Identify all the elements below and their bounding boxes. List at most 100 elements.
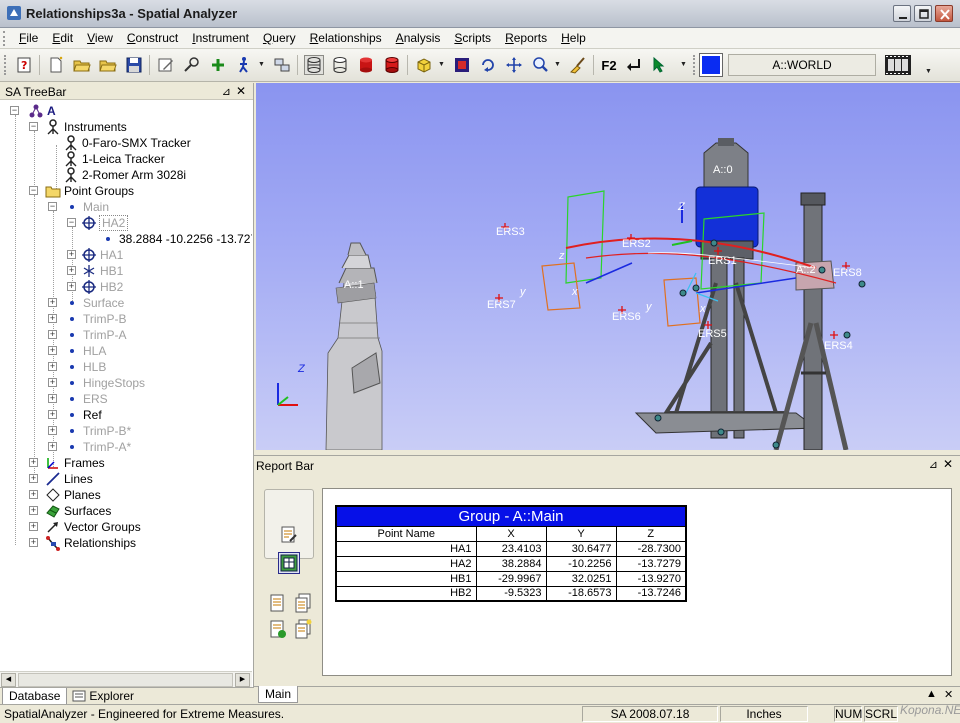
maximize-button[interactable] — [914, 5, 932, 22]
view-shaded-button[interactable] — [356, 55, 376, 75]
scroll-thumb[interactable] — [18, 673, 233, 687]
close-panel-icon[interactable]: ✕ — [236, 84, 246, 98]
orientation-dropdown-arrow[interactable]: ▼ — [438, 61, 445, 68]
collapse-icon[interactable]: − — [48, 202, 57, 211]
menu-file[interactable]: File — [12, 31, 45, 45]
tree-surfaces-row[interactable]: + Surfaces — [29, 503, 111, 519]
close-panel-icon[interactable]: ✕ — [943, 457, 953, 471]
report-table-button[interactable] — [278, 552, 300, 574]
menu-analysis[interactable]: Analysis — [389, 31, 448, 45]
tab-database[interactable]: Database — [2, 688, 68, 705]
expand-icon[interactable]: + — [48, 346, 57, 355]
toolbar-overflow-arrow[interactable]: ▼ — [680, 61, 687, 68]
tree-frames-row[interactable]: + Frames — [29, 455, 105, 471]
tree-group-row[interactable]: + Surface — [48, 295, 124, 311]
tree-point-row[interactable]: + HB2 — [67, 279, 123, 295]
tree-horizontal-scrollbar[interactable]: ◀ ▶ — [0, 671, 252, 687]
tree-group-row[interactable]: + TrimP-A* — [48, 439, 131, 455]
help-pointer-button[interactable]: ? — [14, 55, 34, 75]
expand-icon[interactable]: + — [48, 330, 57, 339]
rotate-view-button[interactable] — [478, 55, 498, 75]
report-edit-button[interactable] — [278, 524, 300, 546]
tab-menu-arrow-icon[interactable]: ▲ — [926, 688, 937, 700]
expand-icon[interactable]: + — [48, 426, 57, 435]
tree-group-row[interactable]: + TrimP-A — [48, 327, 127, 343]
tree-group-row[interactable]: + HLB — [48, 359, 106, 375]
view-hidden-line-button[interactable] — [330, 55, 350, 75]
add-point-button[interactable] — [208, 55, 228, 75]
world-color-swatch[interactable] — [699, 53, 723, 77]
view-wireframe-button[interactable] — [304, 55, 324, 75]
collapse-icon[interactable]: − — [67, 218, 76, 227]
frame-view-button[interactable] — [452, 55, 472, 75]
menu-view[interactable]: View — [80, 31, 120, 45]
close-button[interactable] — [935, 5, 953, 22]
save-button[interactable] — [124, 55, 144, 75]
tree-point-row[interactable]: + HA1 — [67, 247, 123, 263]
tree-lines-row[interactable]: + Lines — [29, 471, 93, 487]
world-frame-selector[interactable]: A::WORLD — [728, 54, 876, 76]
collapse-icon[interactable]: − — [29, 122, 38, 131]
minimize-button[interactable] — [893, 5, 911, 22]
collapse-icon[interactable]: − — [29, 186, 38, 195]
tree-group-row[interactable]: + TrimP-B* — [48, 423, 131, 439]
tree-point-ha2-row[interactable]: − HA2 — [67, 215, 129, 231]
tree-instruments-row[interactable]: − Instruments — [29, 119, 127, 135]
expand-icon[interactable]: + — [29, 506, 38, 515]
scroll-right-arrow[interactable]: ▶ — [235, 673, 250, 687]
tree-instrument-row[interactable]: 1-Leica Tracker — [63, 151, 165, 167]
tree-point-row[interactable]: + HB1 — [67, 263, 123, 279]
menu-relationships[interactable]: Relationships — [303, 31, 389, 45]
expand-icon[interactable]: + — [48, 442, 57, 451]
menu-construct[interactable]: Construct — [120, 31, 185, 45]
tree-point-coords-row[interactable]: 38.2884 -10.2256 -13.7279 — [100, 231, 252, 247]
expand-icon[interactable]: + — [29, 522, 38, 531]
film-strip-icon[interactable] — [884, 54, 912, 76]
tree-group-row[interactable]: + TrimP-B — [48, 311, 127, 327]
open-recent-button[interactable] — [98, 55, 118, 75]
menu-edit[interactable]: Edit — [45, 31, 80, 45]
enter-button[interactable] — [624, 55, 644, 75]
tree-instrument-row[interactable]: 0-Faro-SMX Tracker — [63, 135, 191, 151]
expand-icon[interactable]: + — [48, 378, 57, 387]
expand-icon[interactable]: + — [67, 282, 76, 291]
tree-group-row[interactable]: + HLA — [48, 343, 106, 359]
report-new-multi-button[interactable] — [292, 618, 314, 640]
tree-point-groups-row[interactable]: − Point Groups — [29, 183, 134, 199]
report-multi-doc-button[interactable] — [292, 592, 314, 614]
pin-icon[interactable]: ⊿ — [222, 85, 231, 98]
expand-icon[interactable]: + — [48, 410, 57, 419]
expand-icon[interactable]: + — [48, 362, 57, 371]
tree-instrument-row[interactable]: 2-Romer Arm 3028i — [63, 167, 186, 183]
menu-query[interactable]: Query — [256, 31, 303, 45]
collapse-icon[interactable]: − — [10, 106, 19, 115]
walk-button[interactable] — [234, 55, 254, 75]
tree-relationships-row[interactable]: + Relationships — [29, 535, 136, 551]
tree-vector-groups-row[interactable]: + Vector Groups — [29, 519, 141, 535]
menu-grip[interactable] — [3, 31, 7, 46]
expand-icon[interactable]: + — [29, 490, 38, 499]
expand-icon[interactable]: + — [29, 474, 38, 483]
instrument-network-button[interactable] — [272, 55, 292, 75]
zoom-dropdown-arrow[interactable]: ▼ — [554, 61, 561, 68]
tree-planes-row[interactable]: + Planes — [29, 487, 101, 503]
report-content-area[interactable]: Group - A::Main Point Name X Y Z HA1 23.4… — [322, 488, 952, 676]
f2-button[interactable]: F2 — [599, 55, 619, 75]
expand-icon[interactable]: + — [48, 394, 57, 403]
menu-help[interactable]: Help — [554, 31, 593, 45]
clean-view-button[interactable] — [568, 55, 588, 75]
report-doc-button[interactable] — [266, 592, 288, 614]
tree-root-row[interactable]: − A — [10, 103, 56, 119]
menu-instrument[interactable]: Instrument — [185, 31, 256, 45]
tab-main[interactable]: Main — [258, 686, 299, 703]
walk-dropdown-arrow[interactable]: ▼ — [258, 61, 265, 68]
edit-properties-button[interactable] — [156, 55, 176, 75]
expand-icon[interactable]: + — [29, 538, 38, 547]
expand-icon[interactable]: + — [48, 314, 57, 323]
expand-icon[interactable]: + — [48, 298, 57, 307]
tree-group-row[interactable]: + Ref — [48, 407, 102, 423]
toolbar-grip[interactable] — [4, 55, 8, 75]
menu-scripts[interactable]: Scripts — [447, 31, 498, 45]
menu-reports[interactable]: Reports — [498, 31, 554, 45]
pan-view-button[interactable] — [504, 55, 524, 75]
